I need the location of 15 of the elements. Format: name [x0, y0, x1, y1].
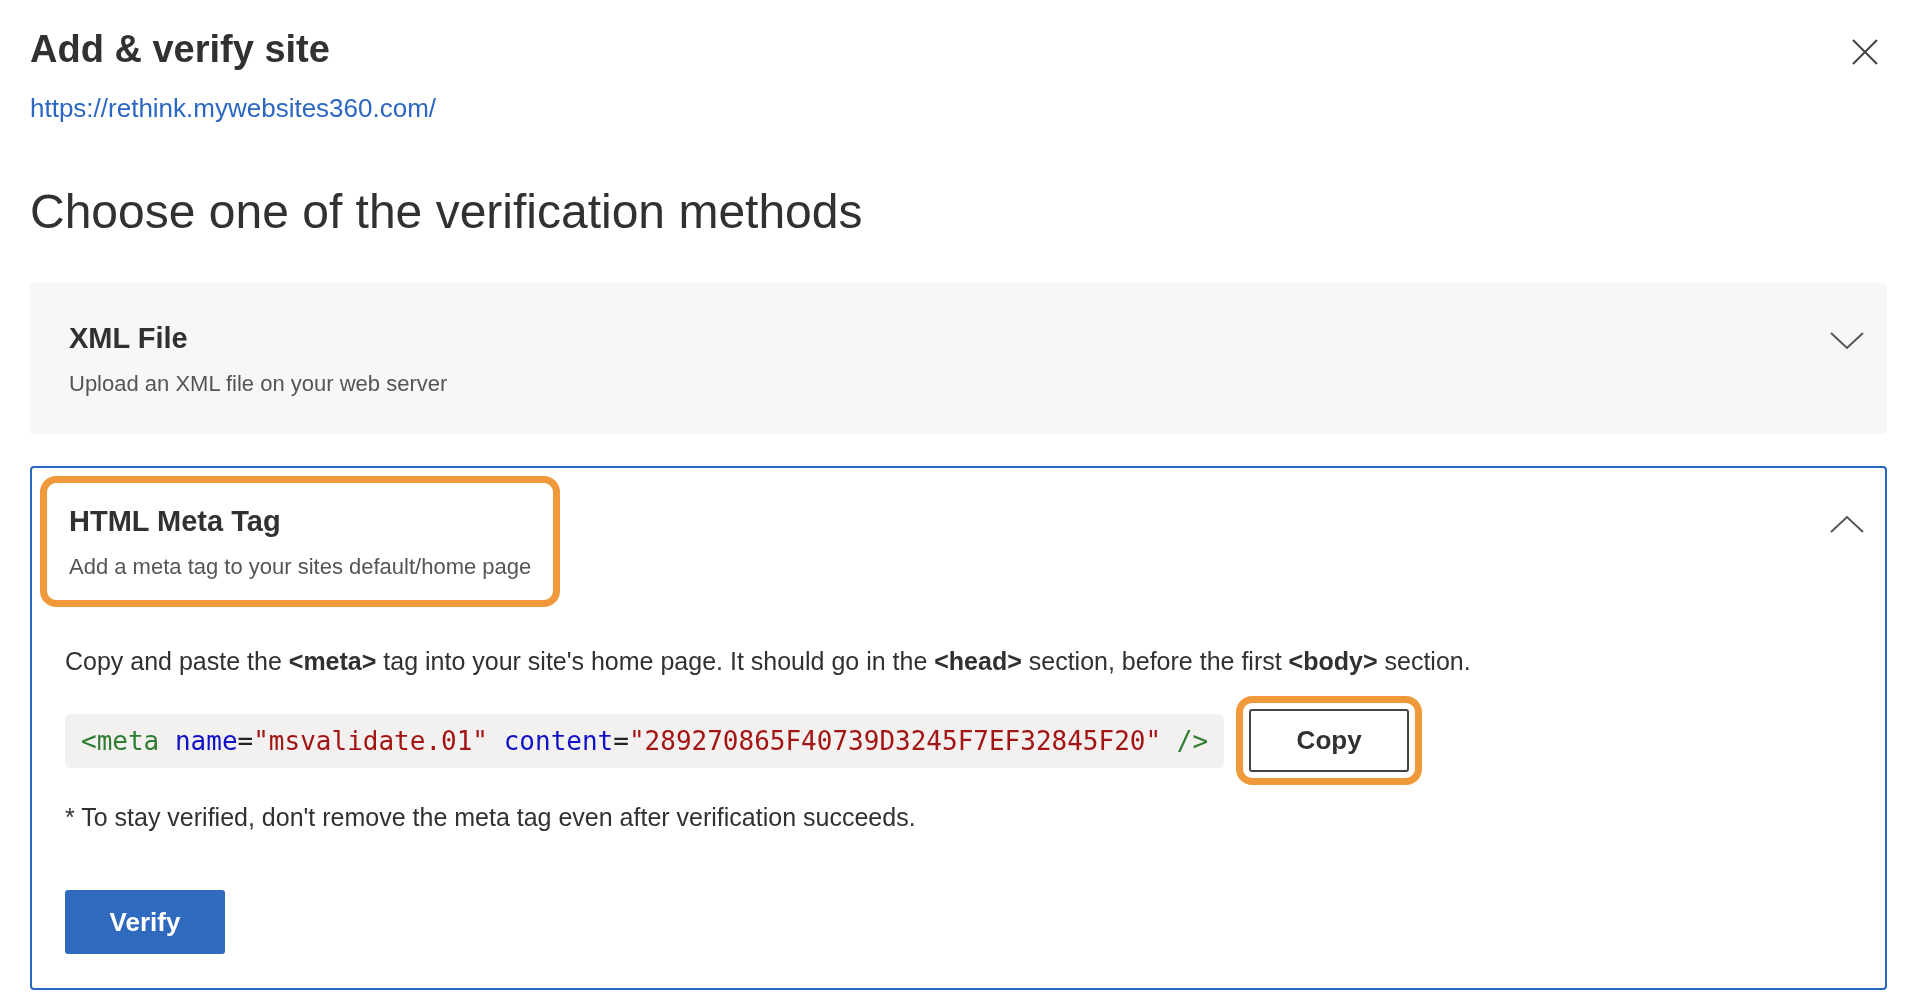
method-description: Upload an XML file on your web server: [69, 371, 448, 397]
note-text: * To stay verified, don't remove the meta tag even after verification succeeds.: [65, 803, 917, 832]
verify-button[interactable]: Verify: [65, 890, 225, 954]
copy-button[interactable]: Copy: [1249, 709, 1410, 772]
site-url-link[interactable]: https://rethink.mywebsites360.com/: [30, 93, 437, 124]
chevron-down-icon[interactable]: [1829, 331, 1865, 351]
method-title[interactable]: XML File: [69, 322, 448, 355]
instruction-text: Copy and paste the <meta> tag into your site's home page. It should go in the <head> section, before the first <body> section.: [65, 647, 1472, 676]
section-heading: Choose one of the verification methods: [30, 184, 864, 239]
chevron-up-icon[interactable]: [1829, 514, 1865, 534]
close-icon[interactable]: [1851, 38, 1879, 66]
meta-tag-code: <meta name="msvalidate.01" content="289270865F40739D3245F7EF32845F20" />: [65, 713, 1225, 768]
method-description: Add a meta tag to your sites default/home page: [69, 554, 532, 580]
method-title[interactable]: HTML Meta Tag: [69, 505, 532, 538]
dialog-title: Add & verify site: [30, 28, 331, 71]
